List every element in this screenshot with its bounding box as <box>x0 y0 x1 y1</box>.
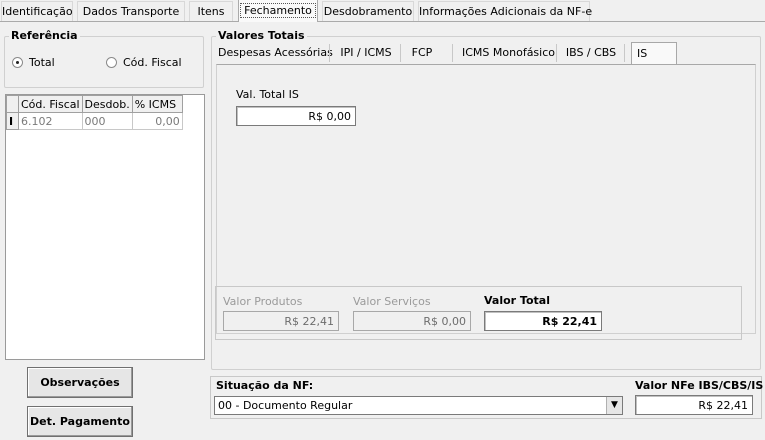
valor-produtos-field[interactable]: R$ 22,41 <box>223 311 339 331</box>
radio-selected-icon <box>12 57 23 68</box>
grid-header: Cód. Fiscal Desdob. % ICMS <box>6 95 183 113</box>
radio-total[interactable]: Total <box>12 56 55 69</box>
valor-servicos-field[interactable]: R$ 0,00 <box>353 311 471 331</box>
radio-cod-fiscal-label: Cód. Fiscal <box>123 56 182 69</box>
cell-icms[interactable]: 0,00 <box>131 112 183 130</box>
tab-desdobramento[interactable]: Desdobramento <box>322 1 414 21</box>
column-icms[interactable]: % ICMS <box>131 95 183 113</box>
valor-servicos-label: Valor Serviços <box>353 295 431 308</box>
main-tab-strip: Identificação Dados Transporte Itens Fec… <box>0 0 765 22</box>
tab-fechamento[interactable]: Fechamento <box>238 0 318 22</box>
valor-total-label: Valor Total <box>484 294 550 307</box>
radio-unselected-icon <box>106 57 117 68</box>
cfop-grid[interactable]: Cód. Fiscal Desdob. % ICMS I 6.102 000 0… <box>5 94 205 360</box>
tab-icms-monofasico[interactable]: ICMS Monofásico <box>462 42 555 64</box>
det-pagamento-button[interactable]: Det. Pagamento <box>27 406 133 437</box>
tab-despesas-acessorias[interactable]: Despesas Acessórias <box>218 42 333 64</box>
row-cursor-icon: I <box>6 112 19 130</box>
tab-itens[interactable]: Itens <box>189 1 233 21</box>
tab-is[interactable]: IS <box>631 42 677 64</box>
referencia-title: Referência <box>9 29 80 42</box>
observacoes-button[interactable]: Observações <box>27 367 133 398</box>
situacao-select[interactable]: 00 - Documento Regular ▼ <box>214 396 623 415</box>
column-desdob[interactable]: Desdob. <box>81 95 133 113</box>
tab-dados-transporte[interactable]: Dados Transporte <box>77 1 185 21</box>
tab-ipi-icms[interactable]: IPI / ICMS <box>338 42 394 64</box>
tab-identificacao[interactable]: Identificação <box>1 1 73 21</box>
valor-nfe-field[interactable]: R$ 22,41 <box>635 395 753 415</box>
val-total-is-label: Val. Total IS <box>236 88 299 101</box>
tab-fcp[interactable]: FCP <box>408 42 436 64</box>
val-total-is-field[interactable]: R$ 0,00 <box>236 106 356 126</box>
column-cod-fiscal[interactable]: Cód. Fiscal <box>18 95 83 113</box>
cell-desdob[interactable]: 000 <box>81 112 133 130</box>
tab-informacoes-adicionais[interactable]: Informações Adicionais da NF-e <box>418 1 592 21</box>
tab-ibs-cbs[interactable]: IBS / CBS <box>564 42 618 64</box>
cell-cod-fiscal[interactable]: 6.102 <box>18 112 83 130</box>
situacao-label: Situação da NF: <box>216 379 314 392</box>
situacao-value: 00 - Documento Regular <box>218 399 353 412</box>
table-row[interactable]: I 6.102 000 0,00 <box>6 112 183 130</box>
valor-total-field[interactable]: R$ 22,41 <box>484 311 602 331</box>
radio-cod-fiscal[interactable]: Cód. Fiscal <box>106 56 182 69</box>
valores-totais-title: Valores Totais <box>216 29 307 42</box>
valor-produtos-label: Valor Produtos <box>223 295 303 308</box>
valor-nfe-label: Valor NFe IBS/CBS/IS <box>635 379 764 392</box>
radio-total-label: Total <box>29 56 55 69</box>
chevron-down-icon[interactable]: ▼ <box>606 397 622 414</box>
